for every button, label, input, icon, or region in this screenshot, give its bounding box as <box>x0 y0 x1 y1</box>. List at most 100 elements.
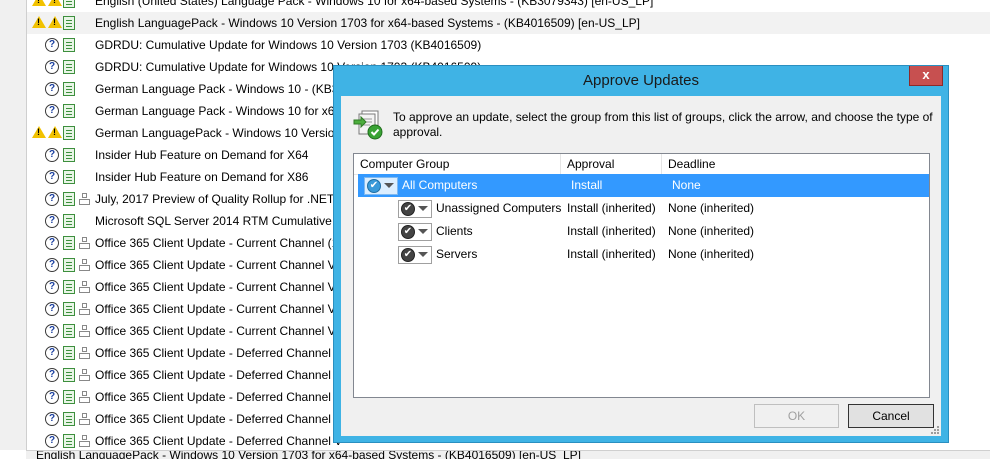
cancel-button[interactable]: Cancel <box>848 404 934 428</box>
update-title: Office 365 Client Update - Current Chann… <box>95 302 336 316</box>
chevron-down-icon <box>418 206 428 211</box>
group-approval: Install <box>571 178 603 192</box>
update-title: July, 2017 Preview of Quality Rollup for… <box>95 192 345 206</box>
close-button[interactable]: x <box>909 66 943 86</box>
question-icon: ? <box>45 390 59 404</box>
group-deadline: None (inherited) <box>668 224 755 238</box>
question-icon: ? <box>45 82 59 96</box>
warning-icon <box>32 16 46 28</box>
question-icon: ? <box>45 302 59 316</box>
update-row-icons <box>30 0 92 12</box>
update-document-icon <box>63 324 75 338</box>
warning-icon <box>32 126 46 138</box>
update-document-icon <box>63 346 75 360</box>
question-icon: ? <box>45 104 59 118</box>
update-document-icon <box>63 126 75 140</box>
hierarchy-icon <box>79 324 90 337</box>
update-document-icon <box>63 258 75 272</box>
group-deadline: None (inherited) <box>668 247 755 261</box>
approval-dropdown[interactable]: ✔ <box>364 177 398 195</box>
update-document-icon <box>63 104 75 118</box>
update-row-icons: ? <box>30 166 92 188</box>
update-row-icons: ? <box>30 276 92 298</box>
hierarchy-icon <box>79 412 90 425</box>
update-row-icons: ? <box>30 56 92 78</box>
update-title: Microsoft SQL Server 2014 RTM Cumulative… <box>95 214 344 228</box>
update-title: Office 365 Client Update - Deferred Chan… <box>95 346 339 360</box>
warning-icon <box>48 16 62 28</box>
update-row-icons <box>30 12 92 34</box>
group-row[interactable]: ✔ All Computers Install None <box>358 174 929 197</box>
grid-header: Computer Group Approval Deadline <box>354 154 929 175</box>
question-icon: ? <box>45 236 59 250</box>
update-title: German Language Pack - Windows 10 - (KB3 <box>95 82 339 96</box>
hierarchy-icon <box>79 368 90 381</box>
update-row-icons: ? <box>30 232 92 254</box>
update-document-icon <box>63 0 75 8</box>
update-row-icons: ? <box>30 210 92 232</box>
update-document-icon <box>63 302 75 316</box>
chevron-down-icon <box>418 252 428 257</box>
update-document-icon <box>63 60 75 74</box>
question-icon: ? <box>45 148 59 162</box>
approve-updates-icon <box>353 110 383 140</box>
hierarchy-icon <box>79 346 90 359</box>
group-row[interactable]: ✔ Servers Install (inherited) None (inherit… <box>354 243 929 266</box>
question-icon: ? <box>45 60 59 74</box>
ok-button[interactable]: OK <box>754 404 839 428</box>
update-row[interactable]: English (United States) Language Pack - … <box>27 0 990 12</box>
update-document-icon <box>63 434 75 448</box>
update-row[interactable]: English LanguagePack - Windows 10 Versio… <box>27 12 990 34</box>
question-icon: ? <box>45 170 59 184</box>
question-icon: ? <box>45 412 59 426</box>
update-document-icon <box>63 390 75 404</box>
hierarchy-icon <box>79 434 90 447</box>
update-row-icons: ? <box>30 386 92 408</box>
approval-dropdown[interactable]: ✔ <box>398 246 432 264</box>
dialog-title: Approve Updates <box>583 72 699 89</box>
update-title: German LanguagePack - Windows 10 Version <box>95 126 342 140</box>
update-document-icon <box>63 192 75 206</box>
update-title: Office 365 Client Update - Deferred Chan… <box>95 368 339 382</box>
group-row[interactable]: ✔ Unassigned Computers Install (inherited)… <box>354 197 929 220</box>
question-icon: ? <box>45 280 59 294</box>
update-document-icon <box>63 148 75 162</box>
update-row-icons: ? <box>30 144 92 166</box>
update-row-icons: ? <box>30 78 92 100</box>
update-title: English (United States) Language Pack - … <box>95 0 654 8</box>
dialog-body: To approve an update, select the group f… <box>341 96 941 436</box>
group-name: All Computers <box>402 178 478 192</box>
resize-grip[interactable] <box>929 424 939 434</box>
approval-dropdown[interactable]: ✔ <box>398 223 432 241</box>
update-row-icons: ? <box>30 364 92 386</box>
hierarchy-icon <box>79 302 90 315</box>
update-row[interactable]: ? GDRDU: Cumulative Update for Windows 10… <box>27 34 990 56</box>
approved-check-icon: ✔ <box>367 179 381 193</box>
approval-dropdown[interactable]: ✔ <box>398 200 432 218</box>
update-document-icon <box>63 38 75 52</box>
hierarchy-icon <box>79 280 90 293</box>
warning-icon <box>48 0 62 6</box>
update-title: Office 365 Client Update - Deferred Chan… <box>95 434 343 448</box>
close-icon: x <box>922 67 930 82</box>
question-icon: ? <box>45 434 59 448</box>
column-header-approval[interactable]: Approval <box>561 154 662 174</box>
column-header-deadline[interactable]: Deadline <box>662 154 929 174</box>
chevron-down-icon <box>384 183 394 188</box>
column-header-computer-group[interactable]: Computer Group <box>354 154 561 174</box>
question-icon: ? <box>45 192 59 206</box>
update-title: German Language Pack - Windows 10 for x6… <box>95 104 342 118</box>
group-approval: Install (inherited) <box>567 247 656 261</box>
group-row[interactable]: ✔ Clients Install (inherited) None (inherit… <box>354 220 929 243</box>
question-icon: ? <box>45 346 59 360</box>
question-icon: ? <box>45 258 59 272</box>
group-name: Servers <box>436 247 478 261</box>
update-title: Office 365 Client Update - Current Chann… <box>95 324 336 338</box>
update-row-icons: ? <box>30 408 92 430</box>
dialog-titlebar[interactable]: Approve Updates x <box>334 66 948 96</box>
hierarchy-icon <box>79 192 90 205</box>
update-document-icon <box>63 412 75 426</box>
update-title: Office 365 Client Update - Deferred Chan… <box>95 390 343 404</box>
update-row-icons: ? <box>30 254 92 276</box>
update-row-icons: ? <box>30 298 92 320</box>
